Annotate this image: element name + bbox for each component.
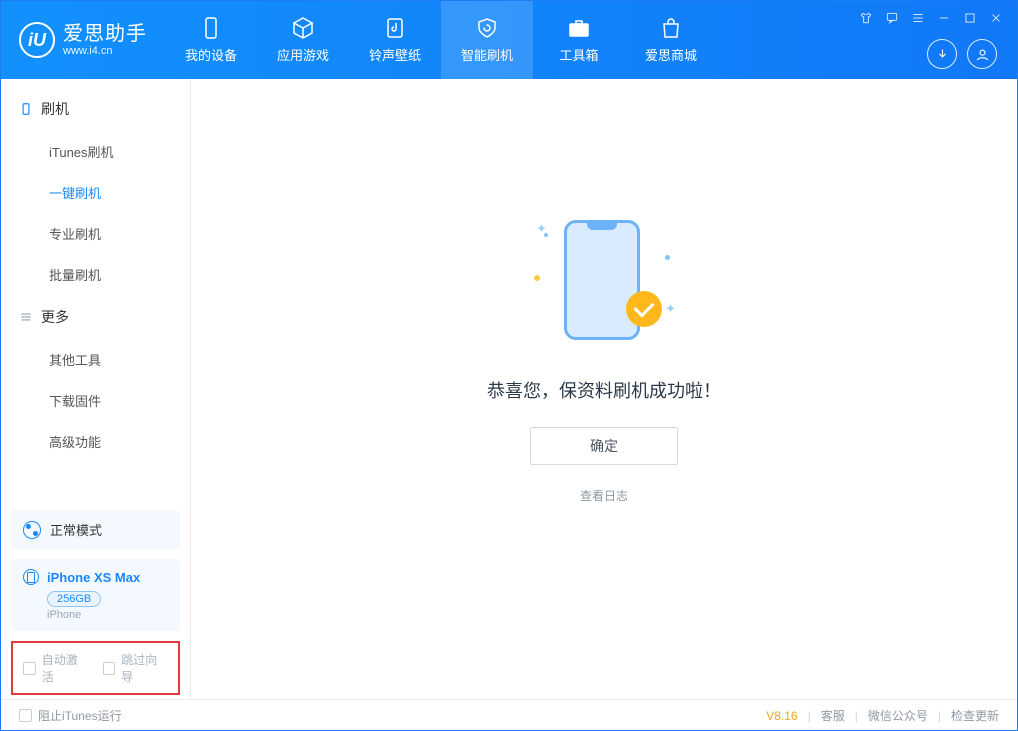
tab-store[interactable]: 爱思商城 (625, 1, 717, 79)
header-action-circles (927, 39, 997, 69)
dot-icon (534, 275, 540, 281)
tab-label: 我的设备 (185, 45, 237, 64)
device-name: iPhone XS Max (47, 570, 140, 585)
success-illustration: ✦ ✦ (534, 215, 674, 345)
maximize-icon[interactable] (963, 11, 977, 25)
checkbox-label: 自动激活 (42, 651, 89, 685)
tab-label: 应用游戏 (277, 45, 329, 64)
mode-icon (23, 521, 41, 539)
sidebar-bottom: 正常模式 iPhone XS Max 256GB iPhone 自动激活 跳过向… (1, 510, 190, 699)
view-log-link[interactable]: 查看日志 (580, 487, 628, 504)
sidebar-item-advanced[interactable]: 高级功能 (1, 421, 190, 462)
logo-text: 爱思助手 www.i4.cn (63, 23, 147, 57)
checkbox-icon (103, 662, 116, 675)
storage-badge: 256GB (47, 591, 101, 607)
sidebar-group-flash: 刷机 (1, 87, 190, 131)
mode-label: 正常模式 (50, 520, 102, 539)
feedback-icon[interactable] (885, 11, 899, 25)
version-label: V8.16 (766, 709, 797, 723)
sidebar-item-other-tools[interactable]: 其他工具 (1, 339, 190, 380)
tab-smart-flash[interactable]: 智能刷机 (441, 1, 533, 79)
separator: | (808, 709, 811, 723)
close-icon[interactable] (989, 11, 1003, 25)
check-update-link[interactable]: 检查更新 (951, 707, 999, 724)
tab-my-device[interactable]: 我的设备 (165, 1, 257, 79)
highlighted-options: 自动激活 跳过向导 (11, 641, 180, 695)
checkbox-block-itunes[interactable]: 阻止iTunes运行 (19, 707, 122, 724)
checkbox-auto-activate[interactable]: 自动激活 (23, 651, 89, 685)
ok-button[interactable]: 确定 (530, 427, 678, 465)
refresh-shield-icon (475, 16, 499, 40)
group-title: 更多 (41, 307, 69, 327)
checkbox-icon (19, 709, 32, 722)
menu-icon[interactable] (911, 11, 925, 25)
sidebar: 刷机 iTunes刷机 一键刷机 专业刷机 批量刷机 更多 其他工具 下载固件 … (1, 79, 191, 699)
tab-label: 铃声壁纸 (369, 45, 421, 64)
bag-icon (659, 16, 683, 40)
tab-ringtone-wallpaper[interactable]: 铃声壁纸 (349, 1, 441, 79)
group-title: 刷机 (41, 99, 69, 119)
app-body: 刷机 iTunes刷机 一键刷机 专业刷机 批量刷机 更多 其他工具 下载固件 … (1, 79, 1017, 699)
checkbox-icon (23, 662, 36, 675)
sidebar-scroll: 刷机 iTunes刷机 一键刷机 专业刷机 批量刷机 更多 其他工具 下载固件 … (1, 79, 190, 510)
success-message: 恭喜您，保资料刷机成功啦！ (487, 377, 721, 403)
footer-right: V8.16 | 客服 | 微信公众号 | 检查更新 (766, 707, 999, 724)
download-button[interactable] (927, 39, 957, 69)
tab-apps-games[interactable]: 应用游戏 (257, 1, 349, 79)
separator: | (855, 709, 858, 723)
tab-label: 爱思商城 (645, 45, 697, 64)
app-url: www.i4.cn (63, 45, 147, 57)
sidebar-item-oneclick-flash[interactable]: 一键刷机 (1, 172, 190, 213)
checkbox-label: 阻止iTunes运行 (38, 707, 122, 724)
tshirt-icon[interactable] (859, 11, 873, 25)
app-name: 爱思助手 (63, 23, 147, 45)
tab-label: 智能刷机 (461, 45, 513, 64)
app-header: iU 爱思助手 www.i4.cn 我的设备 应用游戏 铃声壁纸 智能刷机 工具… (1, 1, 1017, 79)
checkbox-label: 跳过向导 (121, 651, 168, 685)
mode-box[interactable]: 正常模式 (11, 510, 180, 549)
minimize-icon[interactable] (937, 11, 951, 25)
window-controls (859, 11, 1003, 25)
sidebar-group-more: 更多 (1, 295, 190, 339)
sidebar-item-batch-flash[interactable]: 批量刷机 (1, 254, 190, 295)
separator: | (938, 709, 941, 723)
list-icon (19, 310, 33, 324)
phone-graphic (564, 220, 640, 340)
checkbox-skip-guide[interactable]: 跳过向导 (103, 651, 169, 685)
logo: iU 爱思助手 www.i4.cn (19, 22, 147, 58)
sparkle-icon: ✦ (665, 301, 676, 317)
dot-icon (544, 233, 548, 237)
main-content: ✦ ✦ 恭喜您，保资料刷机成功啦！ 确定 查看日志 (191, 79, 1017, 699)
main-tabs: 我的设备 应用游戏 铃声壁纸 智能刷机 工具箱 爱思商城 (165, 1, 717, 79)
device-icon (19, 102, 33, 116)
tab-toolbox[interactable]: 工具箱 (533, 1, 625, 79)
device-type: iPhone (47, 609, 168, 621)
wechat-link[interactable]: 微信公众号 (868, 707, 928, 724)
tab-label: 工具箱 (559, 45, 598, 64)
device-box[interactable]: iPhone XS Max 256GB iPhone (11, 559, 180, 631)
device-phone-icon (23, 569, 39, 585)
dot-icon (665, 255, 670, 260)
phone-icon (199, 16, 223, 40)
music-file-icon (383, 16, 407, 40)
sidebar-item-pro-flash[interactable]: 专业刷机 (1, 213, 190, 254)
user-button[interactable] (967, 39, 997, 69)
customer-service-link[interactable]: 客服 (821, 707, 845, 724)
briefcase-icon (567, 16, 591, 40)
sidebar-item-itunes-flash[interactable]: iTunes刷机 (1, 131, 190, 172)
logo-icon: iU (19, 22, 55, 58)
cube-icon (291, 16, 315, 40)
footer: 阻止iTunes运行 V8.16 | 客服 | 微信公众号 | 检查更新 (1, 699, 1017, 731)
checkmark-circle-icon (626, 291, 662, 327)
sidebar-item-download-firmware[interactable]: 下载固件 (1, 380, 190, 421)
